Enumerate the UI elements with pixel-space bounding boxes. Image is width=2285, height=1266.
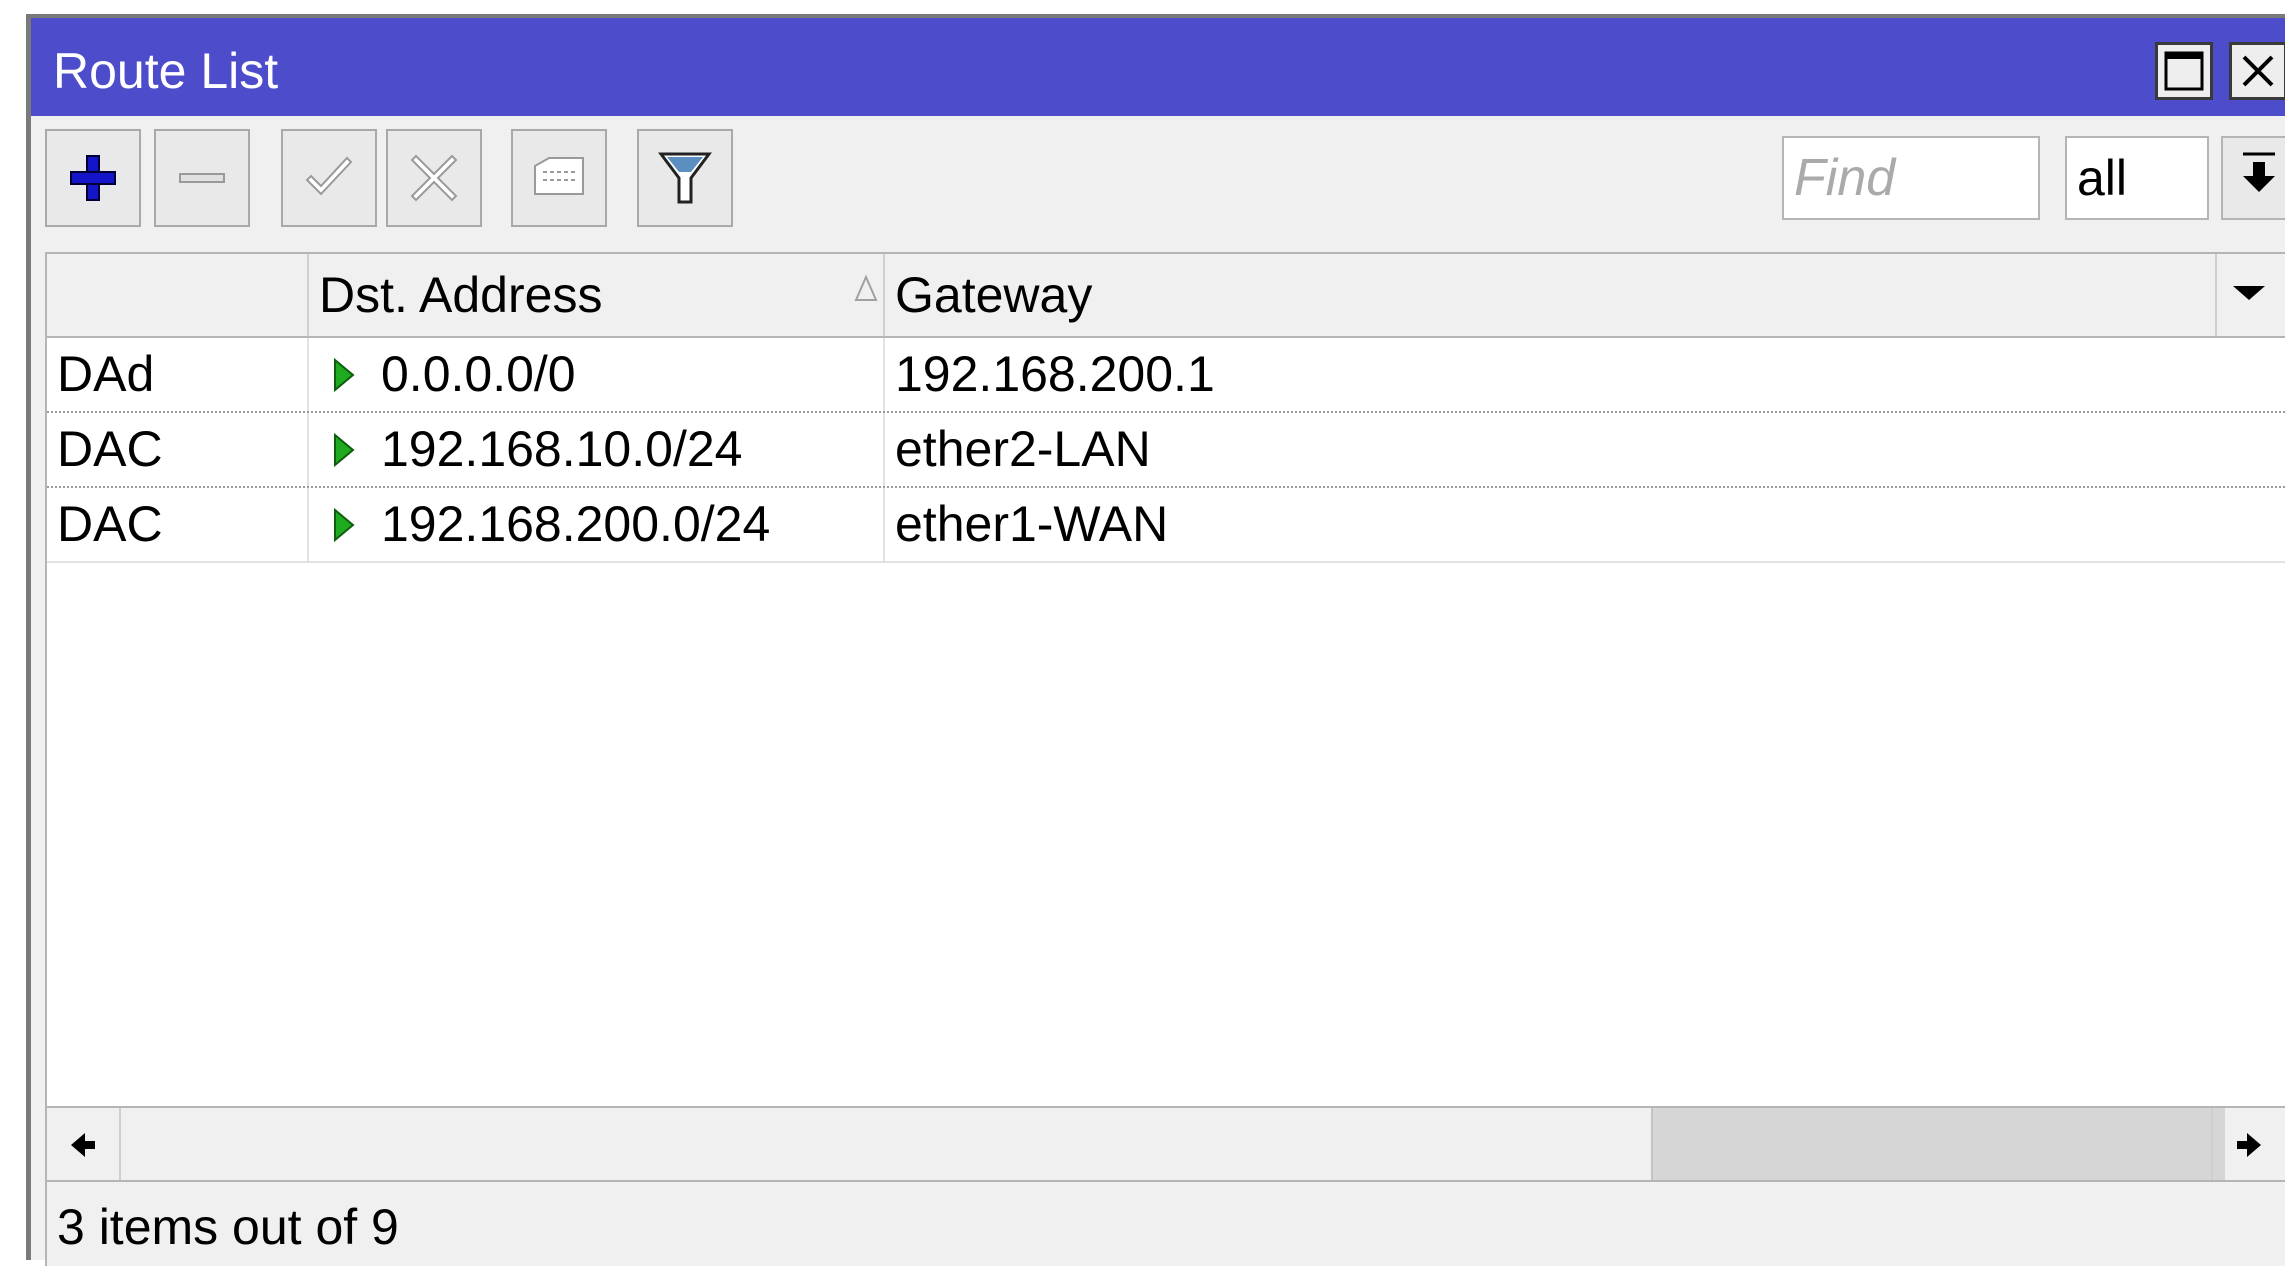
- x-icon: [410, 154, 458, 202]
- flags-cell: DAC: [47, 413, 309, 486]
- dst-address-value: 192.168.200.0/24: [381, 496, 771, 552]
- close-button[interactable]: [2229, 42, 2285, 100]
- maximize-icon: [2164, 51, 2204, 91]
- column-header-flags[interactable]: [47, 254, 309, 336]
- check-icon: [305, 156, 353, 196]
- scroll-left-button[interactable]: [47, 1108, 121, 1182]
- arrow-left-icon: [71, 1133, 95, 1157]
- maximize-button[interactable]: [2155, 42, 2213, 100]
- column-header-label: Dst. Address: [319, 267, 603, 323]
- minus-icon: [179, 173, 225, 183]
- dst-address-cell: 192.168.10.0/24: [309, 413, 885, 486]
- active-route-icon: [334, 432, 355, 467]
- dst-address-value: 192.168.10.0/24: [381, 421, 743, 477]
- gateway-cell: ether1-WAN: [895, 496, 1169, 552]
- table-row[interactable]: DAd 0.0.0.0/0 192.168.200.1: [47, 338, 2285, 413]
- filter-select-dropdown-button[interactable]: [2221, 136, 2285, 220]
- disable-button[interactable]: [386, 129, 482, 227]
- title-bar[interactable]: Route List: [31, 18, 2285, 116]
- remove-button[interactable]: [154, 129, 250, 227]
- chevron-down-icon: [2233, 286, 2265, 300]
- find-input[interactable]: [1782, 136, 2040, 220]
- comment-icon: [534, 157, 584, 195]
- status-bar: 3 items out of 9: [45, 1180, 2285, 1266]
- flags-cell: DAC: [47, 488, 309, 561]
- scroll-thumb[interactable]: [1651, 1108, 2225, 1180]
- plus-icon: [70, 155, 116, 201]
- column-header-dst-address[interactable]: Dst. Address: [309, 254, 885, 336]
- table-row[interactable]: DAC 192.168.200.0/24 ether1-WAN: [47, 488, 2285, 563]
- close-icon: [2242, 55, 2274, 87]
- scroll-right-button[interactable]: [2211, 1108, 2285, 1182]
- route-table: Dst. Address Gateway DAd 0.0.0.0/0 192.1…: [45, 252, 2285, 1108]
- scroll-track[interactable]: [121, 1108, 2225, 1180]
- table-row[interactable]: DAC 192.168.10.0/24 ether2-LAN: [47, 413, 2285, 488]
- route-list-window: Route List Find all Dst. Address Gateway…: [26, 14, 2285, 1266]
- comment-button[interactable]: [511, 129, 607, 227]
- column-menu-button[interactable]: [2215, 254, 2285, 336]
- horizontal-scrollbar[interactable]: [45, 1106, 2285, 1182]
- enable-button[interactable]: [281, 129, 377, 227]
- filter-icon: [658, 152, 712, 204]
- active-route-icon: [334, 357, 355, 392]
- gateway-cell: ether2-LAN: [895, 421, 1151, 477]
- filter-select[interactable]: all: [2065, 136, 2209, 220]
- flags-cell: DAd: [47, 338, 309, 411]
- table-body: DAd 0.0.0.0/0 192.168.200.1 DAC 192.168.…: [47, 338, 2285, 563]
- add-button[interactable]: [45, 129, 141, 227]
- dst-address-cell: 192.168.200.0/24: [309, 488, 885, 561]
- table-header: Dst. Address Gateway: [47, 254, 2285, 338]
- dst-address-value: 0.0.0.0/0: [381, 346, 576, 402]
- active-route-icon: [334, 507, 355, 542]
- gateway-cell: 192.168.200.1: [895, 346, 1215, 402]
- arrow-right-icon: [2237, 1133, 2261, 1157]
- sort-ascending-icon: [854, 274, 878, 301]
- window-title: Route List: [53, 43, 279, 99]
- column-header-gateway[interactable]: Gateway: [885, 254, 2285, 336]
- toolbar: all: [31, 116, 2285, 252]
- dropdown-arrow-icon: [2243, 152, 2275, 192]
- dst-address-cell: 0.0.0.0/0: [309, 338, 885, 411]
- item-count-status: 3 items out of 9: [57, 1199, 399, 1255]
- filter-button[interactable]: [637, 129, 733, 227]
